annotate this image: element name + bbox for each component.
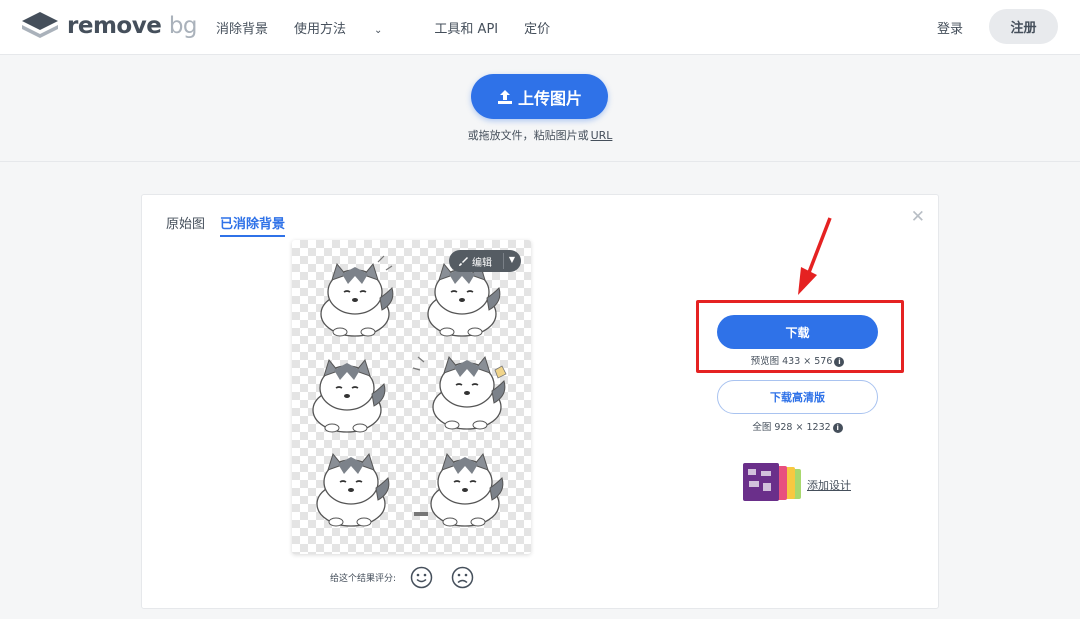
upload-zone[interactable]: 上传图片 或拖放文件，粘贴图片或 URL bbox=[0, 56, 1080, 162]
nav-pricing[interactable]: 定价 bbox=[524, 18, 550, 37]
sad-face-icon[interactable] bbox=[451, 566, 474, 589]
info-icon[interactable]: i bbox=[834, 356, 845, 367]
upload-hint: 或拖放文件，粘贴图片或 URL bbox=[467, 129, 613, 142]
download-hd-button[interactable]: 下载高清版 bbox=[717, 380, 878, 414]
nav-how-to-use[interactable]: 使用方法 ⌄ bbox=[294, 18, 408, 37]
rating-bar: 给这个结果评分: bbox=[330, 566, 474, 589]
tab-background-removed[interactable]: 已消除背景 bbox=[220, 213, 286, 237]
edit-button[interactable]: 编辑 ▼ bbox=[449, 250, 521, 272]
husky-stickers-image bbox=[312, 255, 507, 527]
signup-button[interactable]: 注册 bbox=[989, 9, 1058, 44]
result-tabs: 原始图 已消除背景 bbox=[166, 213, 300, 237]
nav-remove-background[interactable]: 消除背景 bbox=[216, 18, 268, 37]
tab-original[interactable]: 原始图 bbox=[166, 213, 205, 237]
add-design-link[interactable]: 添加设计 bbox=[807, 477, 851, 493]
upload-button-label: 上传图片 bbox=[517, 88, 582, 108]
logo[interactable]: remove bg bbox=[22, 12, 198, 39]
chevron-down-icon: ⌄ bbox=[374, 25, 383, 36]
close-icon[interactable]: ✕ bbox=[911, 207, 925, 227]
smile-face-icon[interactable] bbox=[410, 566, 433, 589]
brush-icon bbox=[459, 256, 468, 266]
upload-image-button[interactable]: 上传图片 bbox=[471, 74, 608, 119]
nav-tools-api[interactable]: 工具和 API bbox=[434, 18, 498, 37]
info-icon[interactable]: i bbox=[832, 422, 843, 433]
rating-label: 给这个结果评分: bbox=[330, 574, 397, 584]
download-preview-info: 预览图 433 × 576 i bbox=[717, 353, 878, 367]
logo-layers-icon bbox=[22, 12, 58, 38]
red-arrow-annotation bbox=[798, 217, 832, 295]
download-button[interactable]: 下载 bbox=[717, 315, 878, 349]
url-link[interactable]: URL bbox=[591, 129, 613, 142]
upload-icon bbox=[497, 89, 512, 104]
design-cards-icon[interactable] bbox=[743, 463, 803, 503]
divider bbox=[503, 253, 504, 269]
login-link[interactable]: 登录 bbox=[937, 18, 963, 37]
edit-label: 编辑 bbox=[472, 257, 492, 269]
top-navigation-bar: remove bg 消除背景 使用方法 ⌄ 工具和 API 定价 登录 注册 bbox=[0, 0, 1080, 55]
caret-down-icon[interactable]: ▼ bbox=[509, 255, 515, 264]
result-preview-image: 编辑 ▼ bbox=[292, 240, 531, 554]
main-nav: 消除背景 使用方法 ⌄ 工具和 API 定价 bbox=[216, 18, 576, 37]
download-hd-info: 全图 928 × 1232 i bbox=[717, 419, 878, 433]
logo-text: remove bg bbox=[67, 12, 198, 39]
